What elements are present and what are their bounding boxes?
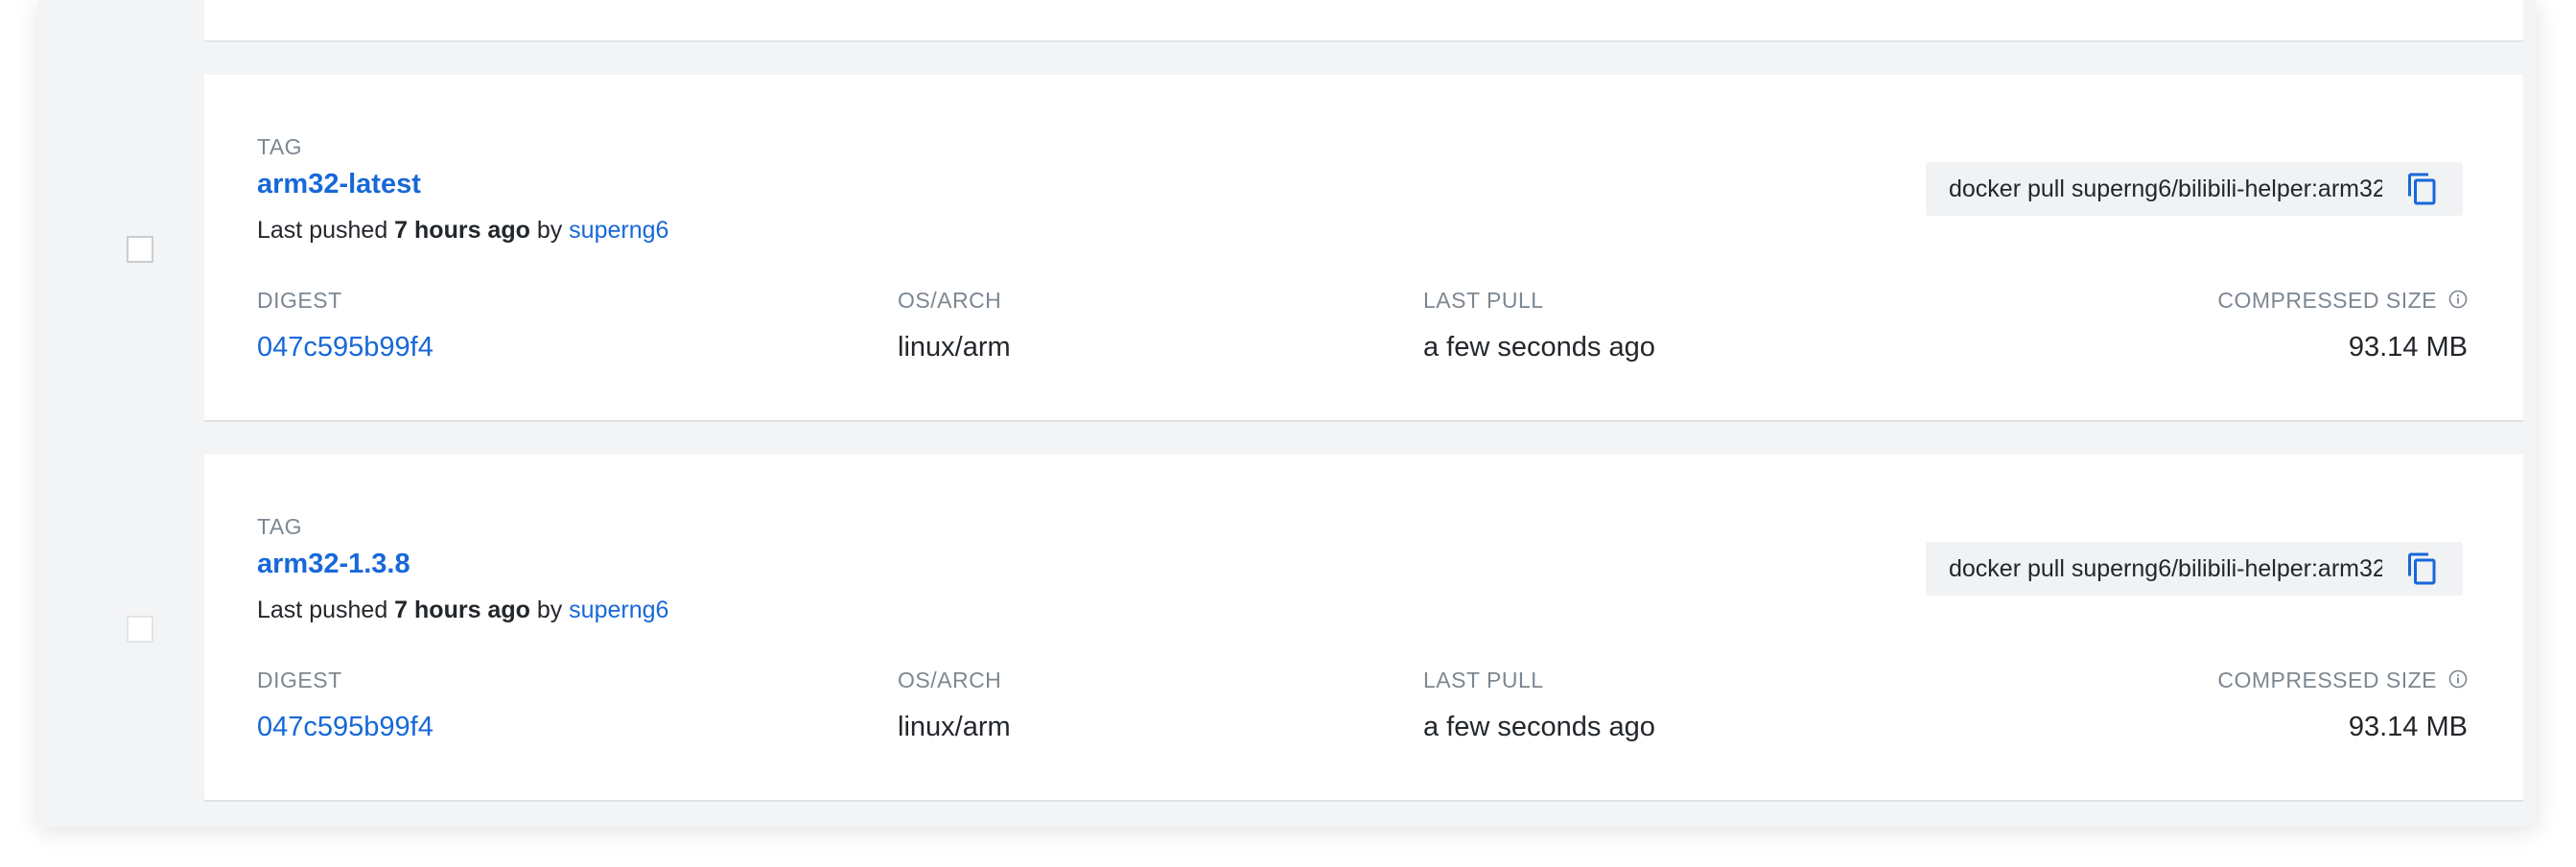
digest-label: DIGEST [257, 668, 342, 692]
tag-card: TAG arm32-1.3.8 Last pushed 7 hours ago … [204, 455, 2523, 802]
os-arch-value: linux/arm [898, 712, 1011, 742]
last-pushed-info: Last pushed 7 hours ago by superng6 [257, 217, 668, 245]
os-arch-value: linux/arm [898, 332, 1011, 363]
compressed-size-label: COMPRESSED SIZE [2217, 668, 2437, 692]
os-arch-label: OS/ARCH [898, 288, 1002, 313]
tag-name-link[interactable]: arm32-1.3.8 [257, 549, 410, 580]
last-pull-value: a few seconds ago [1423, 332, 1655, 363]
select-tag-checkbox[interactable] [127, 236, 153, 263]
last-pull-value: a few seconds ago [1423, 712, 1655, 742]
digest-link[interactable]: 047c595b99f4 [257, 332, 433, 363]
pushed-by-user-link[interactable]: superng6 [569, 217, 668, 244]
tag-list-panel: TAG arm32-latest Last pushed 7 hours ago… [38, 0, 2536, 827]
pull-command-box: docker pull superng6/bilibili-helper:arm… [1926, 542, 2463, 596]
pushed-by-word: by [536, 217, 563, 244]
info-icon[interactable] [2448, 290, 2468, 309]
pushed-time: 7 hours ago [394, 217, 530, 244]
select-tag-checkbox[interactable] [127, 616, 153, 643]
pull-command-box: docker pull superng6/bilibili-helper:arm… [1926, 162, 2463, 216]
os-arch-label: OS/ARCH [898, 668, 1002, 692]
pushed-time: 7 hours ago [394, 597, 530, 623]
info-icon[interactable] [2448, 669, 2468, 689]
pushed-by-user-link[interactable]: superng6 [569, 597, 668, 623]
copy-icon[interactable] [2405, 551, 2440, 586]
tag-card: TAG arm32-latest Last pushed 7 hours ago… [204, 75, 2523, 422]
pushed-prefix: Last pushed [257, 597, 388, 623]
tag-label: TAG [257, 514, 303, 539]
pushed-prefix: Last pushed [257, 217, 388, 244]
pull-command-text[interactable]: docker pull superng6/bilibili-helper:arm… [1949, 176, 2382, 203]
tag-name-link[interactable]: arm32-latest [257, 169, 421, 200]
last-pushed-info: Last pushed 7 hours ago by superng6 [257, 597, 668, 624]
digest-label: DIGEST [257, 288, 342, 313]
tag-label: TAG [257, 134, 303, 159]
last-pull-label: LAST PULL [1423, 288, 1544, 313]
copy-icon[interactable] [2405, 172, 2440, 206]
pushed-by-word: by [536, 597, 563, 623]
previous-card-edge [204, 0, 2523, 42]
compressed-size-value: 93.14 MB [2348, 712, 2468, 742]
pull-command-text[interactable]: docker pull superng6/bilibili-helper:arm… [1949, 555, 2382, 583]
compressed-size-label: COMPRESSED SIZE [2217, 288, 2437, 313]
digest-link[interactable]: 047c595b99f4 [257, 712, 433, 743]
last-pull-label: LAST PULL [1423, 668, 1544, 692]
compressed-size-value: 93.14 MB [2348, 332, 2468, 363]
